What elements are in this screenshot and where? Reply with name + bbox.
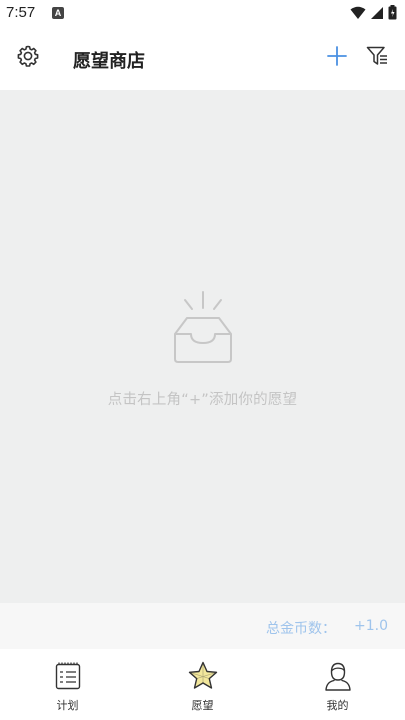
person-icon — [321, 659, 355, 693]
nav-item-plan[interactable]: 计划 — [0, 649, 135, 720]
coin-total-label: 总金币数： — [266, 621, 336, 637]
filter-icon — [365, 44, 389, 72]
empty-state: 点击右上角“+”添加你的愿望 — [0, 288, 405, 409]
coin-total-value: +1.0 — [354, 618, 388, 634]
signal-icon — [370, 5, 384, 24]
coin-total-bar: 总金币数： +1.0 — [0, 603, 405, 649]
nav-item-wish[interactable]: 愿望 — [135, 649, 270, 720]
star-icon — [186, 659, 220, 693]
status-icons — [350, 5, 397, 24]
plan-list-icon — [51, 659, 85, 693]
status-time: 7:57 — [6, 4, 36, 21]
nav-label-wish: 愿望 — [191, 699, 214, 712]
empty-tray-icon — [161, 288, 245, 368]
settings-button[interactable] — [14, 44, 42, 72]
bottom-nav: 计划 愿望 我的 — [0, 649, 405, 720]
nav-label-plan: 计划 — [56, 699, 79, 712]
page-title: 愿望商店 — [73, 51, 145, 72]
empty-message: 点击右上角“+”添加你的愿望 — [107, 392, 298, 408]
plus-icon — [326, 45, 348, 71]
gear-icon — [16, 44, 40, 72]
nav-label-mine: 我的 — [326, 699, 349, 712]
nav-item-mine[interactable]: 我的 — [270, 649, 405, 720]
wish-list-area: 点击右上角“+”添加你的愿望 — [0, 90, 405, 603]
filter-button[interactable] — [363, 44, 391, 72]
add-wish-button[interactable] — [323, 44, 351, 72]
wifi-icon — [350, 5, 366, 24]
app-bar: 愿望商店 — [0, 28, 405, 90]
notification-icon: A — [52, 7, 64, 19]
status-bar: 7:57 A — [0, 0, 405, 28]
battery-icon — [388, 5, 397, 24]
